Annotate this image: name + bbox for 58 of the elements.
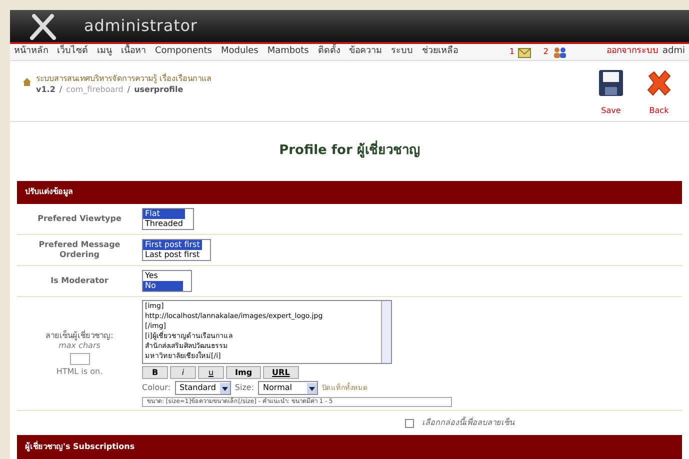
delete-signature-label: เลือกกล่องนี้เพื่อลบลายเซ็น [422, 417, 514, 429]
menu-item[interactable]: ติดตั้ง [318, 45, 340, 59]
field-label: Prefered Viewtype [36, 214, 122, 224]
format-button[interactable]: Img [226, 366, 262, 379]
option-list[interactable]: Flat Threaded [142, 208, 194, 230]
format-button[interactable]: u [198, 366, 224, 379]
list-option[interactable]: First post first [143, 240, 202, 250]
username: admi [662, 45, 685, 58]
colour-select[interactable]: Standard [174, 381, 231, 395]
cross-icon [645, 68, 673, 97]
list-option[interactable]: No [143, 281, 183, 291]
option-list[interactable]: Yes No [142, 270, 192, 292]
save-button[interactable]: Save [593, 68, 629, 117]
site-name: ระบบสารสนเทศบริหารจัดการความรู้ เรื่องเรือนกาแล [36, 72, 212, 84]
message-count: 1 [509, 46, 514, 58]
list-option[interactable]: Flat [143, 209, 185, 219]
page-title: Profile for ผู้เชี่ยวชาญ [279, 141, 420, 161]
users-icon[interactable] [552, 46, 566, 58]
scrollbar[interactable] [381, 301, 391, 363]
max-chars-label: max chars [58, 340, 100, 350]
format-button[interactable]: B [142, 366, 168, 379]
menu-item[interactable]: เมนู [97, 45, 112, 59]
list-option[interactable]: Yes [143, 271, 183, 281]
envelope-icon[interactable] [518, 46, 532, 58]
breadcrumb-separator: / [59, 84, 62, 95]
header-title: administrator [84, 15, 198, 38]
back-button[interactable]: Back [641, 68, 677, 117]
menu-item[interactable]: เนื้อหา [121, 45, 146, 59]
user-count: 2 [543, 46, 548, 58]
menu-item[interactable]: หน้าหลัก [14, 45, 48, 59]
section-header: ผู้เชี่ยวชาญ's Subscriptions [17, 435, 682, 459]
format-button[interactable]: URL [263, 366, 299, 379]
logout-link[interactable]: ออกจากระบบ [606, 45, 658, 59]
char-count-field[interactable] [70, 352, 90, 364]
menu-item[interactable]: เว็บไซต์ [57, 45, 88, 59]
home-icon [22, 76, 32, 87]
menu-item[interactable]: Components [155, 45, 212, 59]
version-label: v1.2 [36, 84, 56, 95]
colour-label: Colour: [142, 382, 171, 394]
field-label: Is Moderator [50, 276, 110, 286]
breadcrumb-current: userprofile [134, 84, 184, 95]
list-option[interactable]: Last post first [143, 250, 202, 260]
menu-item[interactable]: Modules [220, 45, 258, 59]
menu-item[interactable]: ข้อความ [348, 45, 382, 59]
section-header: ปรับแต่งข้อมูล [17, 180, 682, 204]
signature-label: ลายเซ็นผู้เชี่ยวชาญ: [46, 330, 114, 340]
list-option[interactable]: Threaded [143, 219, 185, 229]
size-label: Size: [234, 382, 254, 394]
breadcrumb-separator: / [127, 84, 130, 95]
size-select[interactable]: Normal [258, 381, 318, 395]
menu-item[interactable]: ช่วยเหลือ [422, 45, 458, 59]
html-note: HTML is on. [56, 366, 103, 376]
field-label: Prefered Message Ordering [38, 240, 122, 260]
checkbox[interactable] [405, 418, 414, 428]
menu-item[interactable]: Mambots [267, 45, 309, 59]
option-list[interactable]: First post first Last post first [142, 239, 211, 261]
menu-item[interactable]: ระบบ [390, 45, 413, 59]
format-button[interactable]: i [170, 366, 196, 379]
